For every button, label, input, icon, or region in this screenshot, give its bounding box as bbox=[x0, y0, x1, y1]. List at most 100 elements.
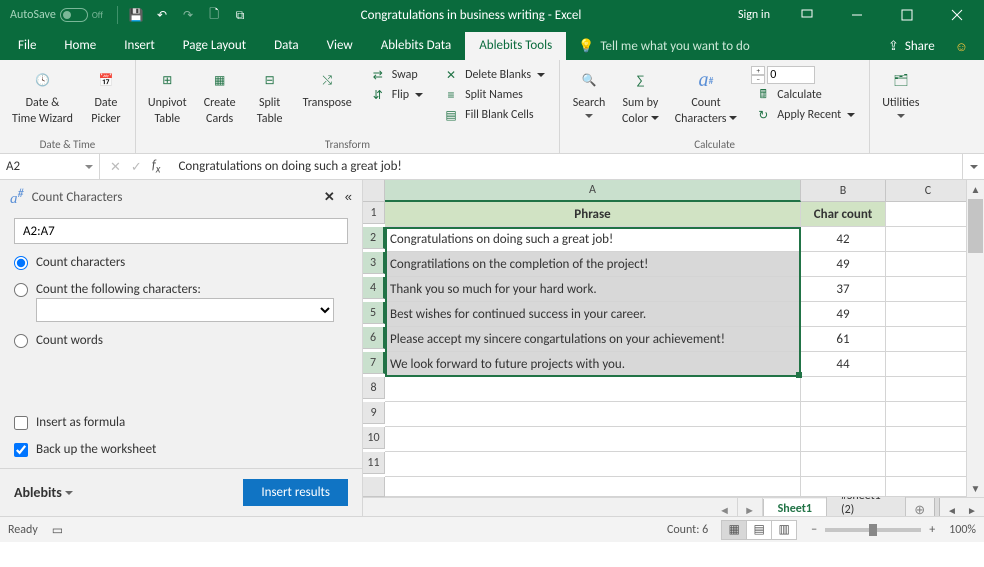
sign-in-link[interactable]: Sign in bbox=[728, 8, 780, 22]
cell[interactable]: 49 bbox=[801, 252, 886, 277]
delete-blanks-button[interactable]: ✕Delete Blanks bbox=[439, 66, 549, 84]
cell[interactable]: We look forward to future projects with … bbox=[385, 352, 801, 377]
cell[interactable] bbox=[801, 427, 886, 452]
cell[interactable]: 37 bbox=[801, 277, 886, 302]
tab-file[interactable]: File bbox=[4, 32, 50, 60]
cell[interactable] bbox=[385, 452, 801, 477]
undo-icon[interactable]: ↶ bbox=[154, 7, 170, 23]
unpivot-button[interactable]: ⊞UnpivotTable bbox=[142, 64, 193, 128]
tab-home[interactable]: Home bbox=[50, 32, 110, 60]
select-all-corner[interactable] bbox=[363, 180, 385, 202]
radio-count-characters[interactable]: Count characters bbox=[14, 254, 348, 271]
page-layout-button[interactable]: ▤ bbox=[746, 520, 772, 540]
tab-nav-prev[interactable]: ◄ bbox=[712, 498, 737, 516]
flip-button[interactable]: ⇵Flip bbox=[366, 86, 427, 104]
normal-view-button[interactable]: ▦ bbox=[721, 520, 747, 540]
cell[interactable] bbox=[886, 227, 966, 252]
ribbon-display-button[interactable] bbox=[784, 0, 830, 30]
create-cards-button[interactable]: ▦CreateCards bbox=[197, 64, 243, 128]
calculate-button[interactable]: 🖩Calculate bbox=[751, 86, 859, 104]
row-header[interactable]: 1 bbox=[363, 202, 385, 224]
fx-icon[interactable]: fx bbox=[152, 158, 161, 176]
col-header-a[interactable]: A bbox=[385, 180, 801, 202]
cell[interactable]: 61 bbox=[801, 327, 886, 352]
page-break-button[interactable]: ▥ bbox=[771, 520, 797, 540]
cell[interactable] bbox=[886, 377, 966, 402]
insert-results-button[interactable]: Insert results bbox=[243, 479, 348, 506]
row-header[interactable]: 4 bbox=[363, 277, 385, 299]
row-header[interactable]: 3 bbox=[363, 252, 385, 274]
cell[interactable]: Congratilations on the completion of the… bbox=[385, 252, 801, 277]
cell[interactable]: 42 bbox=[801, 227, 886, 252]
cell[interactable]: Thank you so much for your hard work. bbox=[385, 277, 801, 302]
cell[interactable]: 44 bbox=[801, 352, 886, 377]
name-box[interactable]: A2 bbox=[0, 154, 100, 179]
cell[interactable] bbox=[886, 402, 966, 427]
cell[interactable] bbox=[886, 202, 966, 227]
cancel-icon[interactable]: ✕ bbox=[110, 159, 121, 175]
zoom-out-icon[interactable]: − bbox=[811, 523, 817, 537]
minimize-button[interactable] bbox=[834, 0, 880, 30]
cell[interactable]: Char count bbox=[801, 202, 886, 227]
tab-view[interactable]: View bbox=[313, 32, 367, 60]
zoom-control[interactable]: − + bbox=[811, 523, 935, 537]
cell[interactable]: 49 bbox=[801, 302, 886, 327]
row-header[interactable]: 6 bbox=[363, 327, 385, 349]
horizontal-scrollbar[interactable]: ◄ ► bbox=[940, 498, 984, 516]
autosave-toggle[interactable]: AutoSave Off bbox=[0, 8, 111, 22]
split-names-button[interactable]: ≡Split Names bbox=[439, 86, 549, 104]
add-sheet-button[interactable]: ⊕ bbox=[905, 498, 934, 516]
cell[interactable] bbox=[385, 402, 801, 427]
transpose-button[interactable]: ⤭Transpose bbox=[297, 64, 358, 112]
sheet-tab-1[interactable]: Sheet1 bbox=[763, 499, 827, 516]
cell[interactable] bbox=[385, 377, 801, 402]
share-button[interactable]: Share bbox=[905, 39, 935, 54]
enter-icon[interactable]: ✓ bbox=[131, 159, 142, 175]
cell[interactable] bbox=[886, 302, 966, 327]
col-header-b[interactable]: B bbox=[801, 180, 886, 202]
cell[interactable] bbox=[886, 252, 966, 277]
radio-count-following[interactable]: Count the following characters: bbox=[14, 281, 348, 298]
tab-ablebits-tools[interactable]: Ablebits Tools bbox=[465, 32, 566, 60]
cell[interactable] bbox=[886, 477, 966, 497]
cell[interactable] bbox=[886, 452, 966, 477]
formula-input[interactable]: Congratulations on doing such a great jo… bbox=[170, 159, 962, 174]
col-header-c[interactable]: C bbox=[886, 180, 966, 202]
expand-formula-icon[interactable] bbox=[962, 154, 984, 179]
cell[interactable] bbox=[886, 427, 966, 452]
cell[interactable]: Phrase bbox=[385, 202, 801, 227]
cell[interactable] bbox=[886, 277, 966, 302]
cell[interactable] bbox=[886, 327, 966, 352]
row-header[interactable]: 2 bbox=[363, 227, 385, 249]
tell-me[interactable]: 💡Tell me what you want to do bbox=[566, 38, 762, 60]
ablebits-brand[interactable]: Ablebits bbox=[14, 484, 73, 501]
check-insert-formula[interactable]: Insert as formula bbox=[14, 414, 348, 431]
cell[interactable] bbox=[385, 477, 801, 497]
tab-page-layout[interactable]: Page Layout bbox=[169, 32, 260, 60]
close-button[interactable] bbox=[934, 0, 980, 30]
cell[interactable]: Best wishes for continued success in you… bbox=[385, 302, 801, 327]
row-header[interactable]: 9 bbox=[363, 402, 385, 424]
cell[interactable] bbox=[801, 377, 886, 402]
redo-icon[interactable]: ↷ bbox=[180, 7, 196, 23]
radio-count-words[interactable]: Count words bbox=[14, 332, 348, 349]
vertical-scrollbar[interactable]: ▲ ▼ bbox=[966, 180, 984, 497]
cell[interactable] bbox=[385, 427, 801, 452]
date-picker-button[interactable]: 📅DatePicker bbox=[83, 64, 129, 128]
cell[interactable] bbox=[801, 452, 886, 477]
range-input[interactable] bbox=[14, 218, 348, 244]
row-header[interactable] bbox=[363, 477, 385, 497]
zoom-level[interactable]: 100% bbox=[949, 523, 976, 537]
spin-input[interactable] bbox=[767, 66, 815, 84]
maximize-button[interactable] bbox=[884, 0, 930, 30]
cell[interactable] bbox=[886, 352, 966, 377]
fill-blank-button[interactable]: ▤Fill Blank Cells bbox=[439, 106, 549, 124]
cell[interactable]: Congratulations on doing such a great jo… bbox=[385, 227, 801, 252]
close-panel-icon[interactable]: ✕ bbox=[324, 189, 335, 205]
tab-insert[interactable]: Insert bbox=[110, 32, 169, 60]
swap-button[interactable]: ⇄Swap bbox=[366, 66, 427, 84]
cell[interactable]: Please accept my sincere congartulations… bbox=[385, 327, 801, 352]
apply-recent-button[interactable]: ↻Apply Recent bbox=[751, 106, 859, 124]
cell[interactable] bbox=[801, 477, 886, 497]
tab-data[interactable]: Data bbox=[260, 32, 313, 60]
